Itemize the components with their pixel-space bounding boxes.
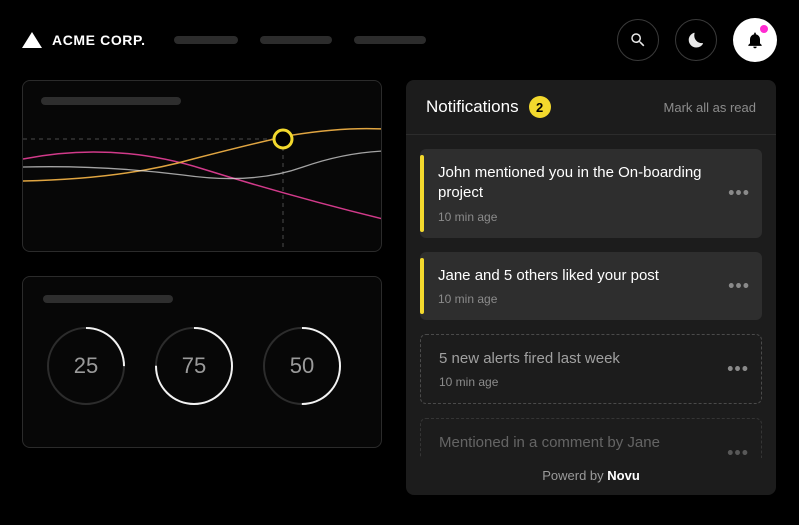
notification-message: John mentioned you in the On-boarding pr… — [438, 163, 718, 204]
logo-icon — [22, 32, 42, 48]
notifications-list: John mentioned you in the On-boarding pr… — [406, 135, 776, 458]
notification-message: Mentioned in a comment by Jane — [439, 433, 717, 453]
gauge: 25 — [43, 323, 129, 409]
notification-item[interactable]: Mentioned in a comment by Jane10 min age… — [420, 418, 762, 458]
gauge-title-placeholder — [43, 295, 173, 303]
chart-highlight-point[interactable] — [274, 130, 292, 148]
mark-all-read-button[interactable]: Mark all as read — [664, 100, 756, 115]
notification-message: 5 new alerts fired last week — [439, 349, 717, 369]
moon-icon — [687, 31, 705, 49]
notification-time: 10 min age — [438, 210, 718, 224]
gauge-value: 25 — [43, 323, 129, 409]
theme-toggle-button[interactable] — [675, 19, 717, 61]
notification-menu-button[interactable]: ••• — [728, 183, 750, 204]
gauge: 50 — [259, 323, 345, 409]
brand-name: ACME CORP. — [52, 32, 146, 48]
notifications-count-badge: 2 — [529, 96, 551, 118]
notification-item[interactable]: John mentioned you in the On-boarding pr… — [420, 149, 762, 238]
dots-icon: ••• — [727, 443, 749, 458]
chart-card — [22, 80, 382, 252]
gauge-value: 75 — [151, 323, 237, 409]
notification-time: 10 min age — [439, 375, 717, 389]
notification-menu-button[interactable]: ••• — [727, 443, 749, 458]
line-chart — [23, 80, 382, 251]
notification-menu-button[interactable]: ••• — [727, 358, 749, 379]
nav-links — [174, 36, 426, 44]
search-button[interactable] — [617, 19, 659, 61]
header-actions — [617, 18, 777, 62]
gauge-value: 50 — [259, 323, 345, 409]
notification-menu-button[interactable]: ••• — [728, 275, 750, 296]
chart-series-b — [23, 129, 382, 181]
bell-icon — [745, 30, 765, 50]
unread-indicator-dot — [760, 25, 768, 33]
dots-icon: ••• — [728, 183, 750, 203]
gauges-row: 25 75 50 — [43, 323, 361, 409]
footer-brand: Novu — [607, 468, 640, 483]
nav-item[interactable] — [354, 36, 426, 44]
notifications-footer: Powerd by Novu — [406, 458, 776, 495]
notifications-panel: Notifications 2 Mark all as read John me… — [406, 80, 776, 495]
chart-series-a — [23, 152, 382, 219]
notifications-title: Notifications — [426, 97, 519, 117]
gauge: 75 — [151, 323, 237, 409]
dots-icon: ••• — [727, 358, 749, 378]
header: ACME CORP. — [0, 0, 799, 80]
footer-prefix: Powerd by — [542, 468, 607, 483]
dots-icon: ••• — [728, 275, 750, 295]
nav-item[interactable] — [260, 36, 332, 44]
notification-item[interactable]: Jane and 5 others liked your post 10 min … — [420, 252, 762, 320]
notification-item[interactable]: 5 new alerts fired last week 10 min age ••… — [420, 334, 762, 404]
notification-message: Jane and 5 others liked your post — [438, 266, 718, 286]
notifications-bell-button[interactable] — [733, 18, 777, 62]
logo[interactable]: ACME CORP. — [22, 32, 146, 48]
nav-item[interactable] — [174, 36, 238, 44]
chart-series-c — [23, 151, 382, 179]
notification-time: 10 min age — [438, 292, 718, 306]
notifications-header: Notifications 2 Mark all as read — [406, 80, 776, 135]
search-icon — [629, 31, 647, 49]
gauge-card: 25 75 50 — [22, 276, 382, 448]
